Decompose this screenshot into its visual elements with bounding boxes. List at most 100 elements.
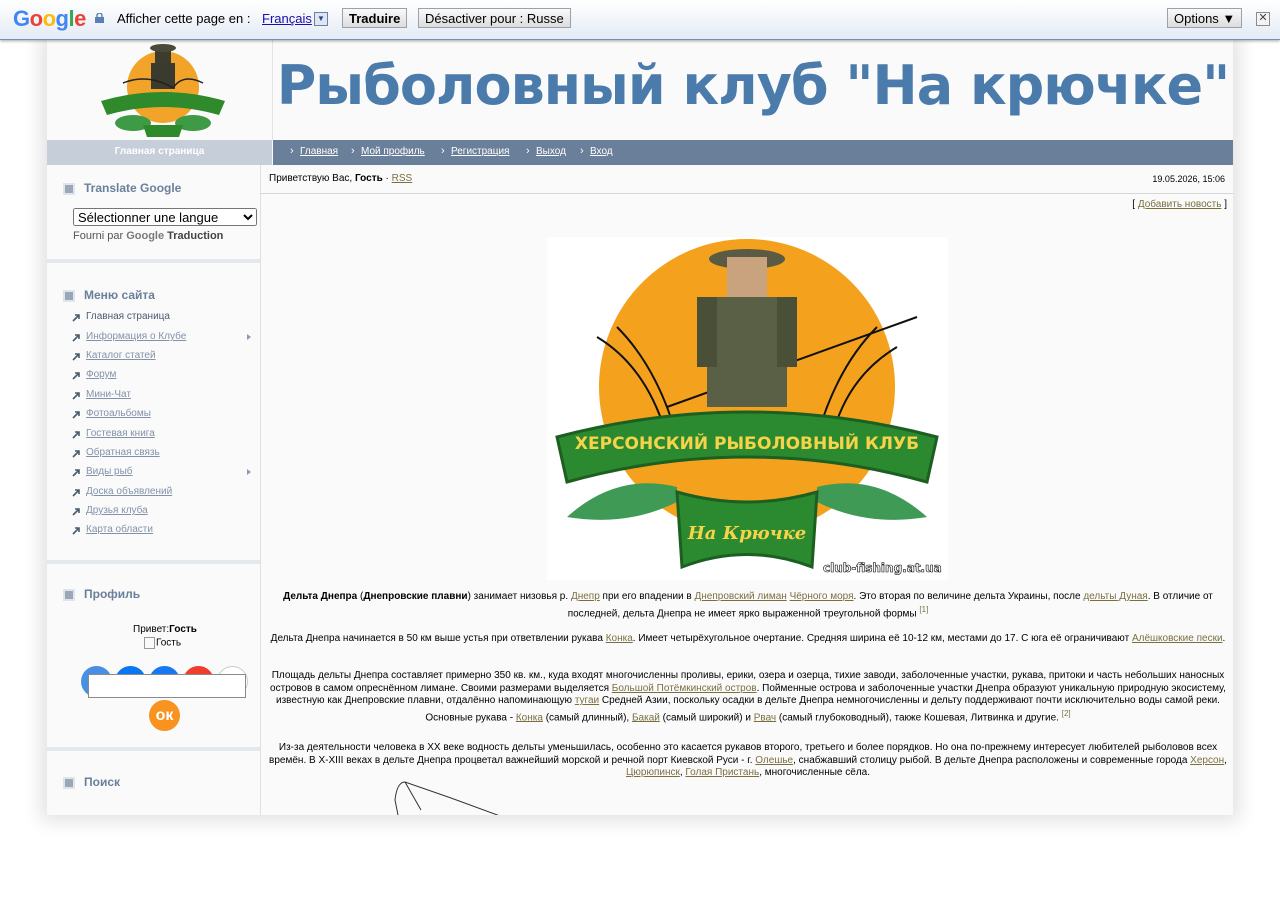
add-news-link[interactable]: Добавить новость — [1138, 199, 1222, 210]
nav-item-profile[interactable]: Мой профиль — [351, 145, 425, 157]
profile-username: Гость — [169, 624, 197, 635]
link-dneprovsky-liman[interactable]: Днепровский лиман — [694, 591, 786, 602]
sidebar-item-home[interactable]: Главная страница — [72, 311, 170, 322]
lock-icon — [95, 13, 104, 23]
menu-block-label: Меню сайта — [84, 288, 155, 302]
profile-block-label: Профиль — [84, 587, 141, 601]
link-tugai[interactable]: тугаи — [575, 695, 599, 706]
powered-by: Fourni par Google Traduction — [73, 230, 223, 242]
google-small-logo: Google — [126, 230, 165, 242]
bullet-square-icon — [63, 289, 75, 302]
divider — [47, 259, 260, 263]
menu-block-title: Меню сайта — [63, 288, 155, 302]
sidebar-item-feedback[interactable]: Обратная связь — [72, 447, 160, 458]
sidebar-item-articles[interactable]: Каталог статей — [72, 350, 156, 361]
divider — [261, 193, 1233, 194]
google-translate-bar: Google Afficher cette page en : Français… — [0, 0, 1280, 40]
search-block-title: Поиск — [63, 775, 120, 789]
powered-by-translate[interactable]: Traduction — [167, 230, 223, 242]
language-select[interactable]: Sélectionner une langue — [73, 208, 257, 226]
nav-item-login[interactable]: Вход — [580, 145, 613, 157]
arrow-up-right-icon — [72, 392, 80, 400]
logo-cell — [47, 40, 273, 140]
profile-block-title: Профиль — [63, 587, 140, 601]
sidebar-item-fish-species[interactable]: Виды рыб — [72, 466, 133, 477]
submenu-arrow-icon[interactable] — [247, 469, 251, 475]
bullet-square-icon — [63, 182, 75, 195]
link-golaya-pristan[interactable]: Голая Пристань — [685, 767, 759, 778]
sidebar-item-mini-chat[interactable]: Мини-Чат — [72, 389, 131, 400]
profile-greeting-label: Привет: — [133, 624, 170, 635]
sidebar-item-label: Фотоальбомы — [86, 408, 151, 419]
avatar: Гость — [144, 637, 181, 649]
article-paragraph-3: Площадь дельты Днепра составляет примерн… — [270, 670, 1226, 723]
divider — [47, 747, 260, 751]
arrow-up-right-icon — [72, 469, 80, 477]
greeting-username: Гость — [354, 173, 383, 184]
sidebar-item-guestbook[interactable]: Гостевая книга — [72, 428, 155, 439]
sidebar-item-label: Мини-Чат — [86, 389, 131, 400]
link-potemkin-island[interactable]: Большой Потёмкинский остров — [612, 683, 757, 694]
club-emblem-image: ХЕРСОНСКИЙ РЫБОЛОВНЫЙ КЛУБ На Крючке clu… — [555, 239, 942, 575]
bullet-square-icon — [63, 588, 75, 601]
translate-prompt: Afficher cette page en : — [117, 11, 251, 26]
chevron-down-icon[interactable]: ▼ — [314, 12, 328, 26]
sidebar-item-photo-albums[interactable]: Фотоальбомы — [72, 408, 151, 419]
sidebar-item-club-friends[interactable]: Друзья клуба — [72, 505, 148, 516]
link-oleshye[interactable]: Олешье — [755, 755, 793, 766]
broken-image-icon — [144, 637, 155, 649]
options-button[interactable]: Options ▼ — [1167, 8, 1243, 28]
profile-greeting: Привет:Гость — [47, 624, 283, 635]
nav-item-register[interactable]: Регистрация — [441, 145, 509, 157]
powered-by-label: Fourni par — [73, 230, 124, 242]
link-black-sea[interactable]: Чёрного моря — [790, 591, 854, 602]
link-konka[interactable]: Конка — [606, 633, 633, 644]
greeting-row: Приветствую Вас, Гость · RSS — [269, 173, 412, 184]
sidebar-item-label: Карта области — [86, 524, 153, 535]
news-image: ХЕРСОНСКИЙ РЫБОЛОВНЫЙ КЛУБ На Крючке clu… — [547, 237, 948, 580]
link-konka-2[interactable]: Конка — [516, 712, 543, 723]
sidebar-item-label: Форум — [86, 369, 117, 380]
sidebar-item-label: Виды рыб — [86, 466, 133, 477]
language-link[interactable]: Français — [262, 11, 312, 26]
search-input[interactable] — [88, 674, 246, 698]
translate-button[interactable]: Traduire — [342, 8, 408, 28]
link-rvach[interactable]: Рвач — [754, 712, 776, 723]
nav-item-home[interactable]: Главная — [290, 145, 338, 157]
title-cell: Рыболовный клуб "На крючке" — [273, 40, 1233, 140]
arrow-up-right-icon — [72, 489, 80, 497]
search-block-label: Поиск — [84, 775, 121, 789]
link-tsyurupinsk[interactable]: Цюрюпинск — [626, 767, 680, 778]
club-logo[interactable] — [93, 43, 233, 139]
footnote-2[interactable]: [2] — [1062, 709, 1071, 718]
current-date: 19.05.2026, 15:06 — [1152, 174, 1225, 184]
link-aleshki-sands[interactable]: Алёшковские пески — [1132, 633, 1223, 644]
arrow-up-right-icon — [72, 353, 80, 361]
close-icon[interactable]: ✕ — [1256, 12, 1270, 26]
bullet-square-icon — [63, 776, 75, 789]
separator: · — [385, 173, 389, 184]
sidebar-item-label: Гостевая книга — [86, 428, 155, 439]
link-dnepr[interactable]: Днепр — [571, 591, 600, 602]
link-danube-delta[interactable]: дельты Дуная — [1083, 591, 1147, 602]
top-nav: Главная Мой профиль Регистрация Выход Вх… — [273, 140, 1233, 165]
sidebar-item-forum[interactable]: Форум — [72, 369, 117, 380]
sidebar-item-club-info[interactable]: Информация о Клубе — [72, 331, 186, 342]
submenu-arrow-icon[interactable] — [247, 334, 251, 340]
odnoklassniki-login-icon[interactable]: ок — [149, 700, 180, 731]
sidebar-item-classifieds[interactable]: Доска объявлений — [72, 486, 173, 497]
link-bakai[interactable]: Бакай — [632, 712, 660, 723]
rss-link[interactable]: RSS — [392, 173, 413, 184]
article-paragraph-2: Дельта Днепра начинается в 50 км выше ус… — [270, 633, 1226, 644]
sidebar-item-region-map[interactable]: Карта области — [72, 524, 153, 535]
disable-translate-button[interactable]: Désactiver pour : Russe — [418, 8, 571, 28]
link-kherson[interactable]: Херсон — [1190, 755, 1224, 766]
footnote-1[interactable]: [1] — [919, 605, 928, 614]
add-news: [ Добавить новость ] — [1132, 199, 1227, 210]
nav-item-logout[interactable]: Выход — [526, 145, 566, 157]
arrow-up-right-icon — [72, 527, 80, 535]
sidebar-item-label: Доска объявлений — [86, 486, 173, 497]
arrow-up-right-icon — [72, 314, 80, 322]
home-page-tab[interactable]: Главная страница — [47, 140, 272, 165]
divider — [47, 560, 260, 564]
